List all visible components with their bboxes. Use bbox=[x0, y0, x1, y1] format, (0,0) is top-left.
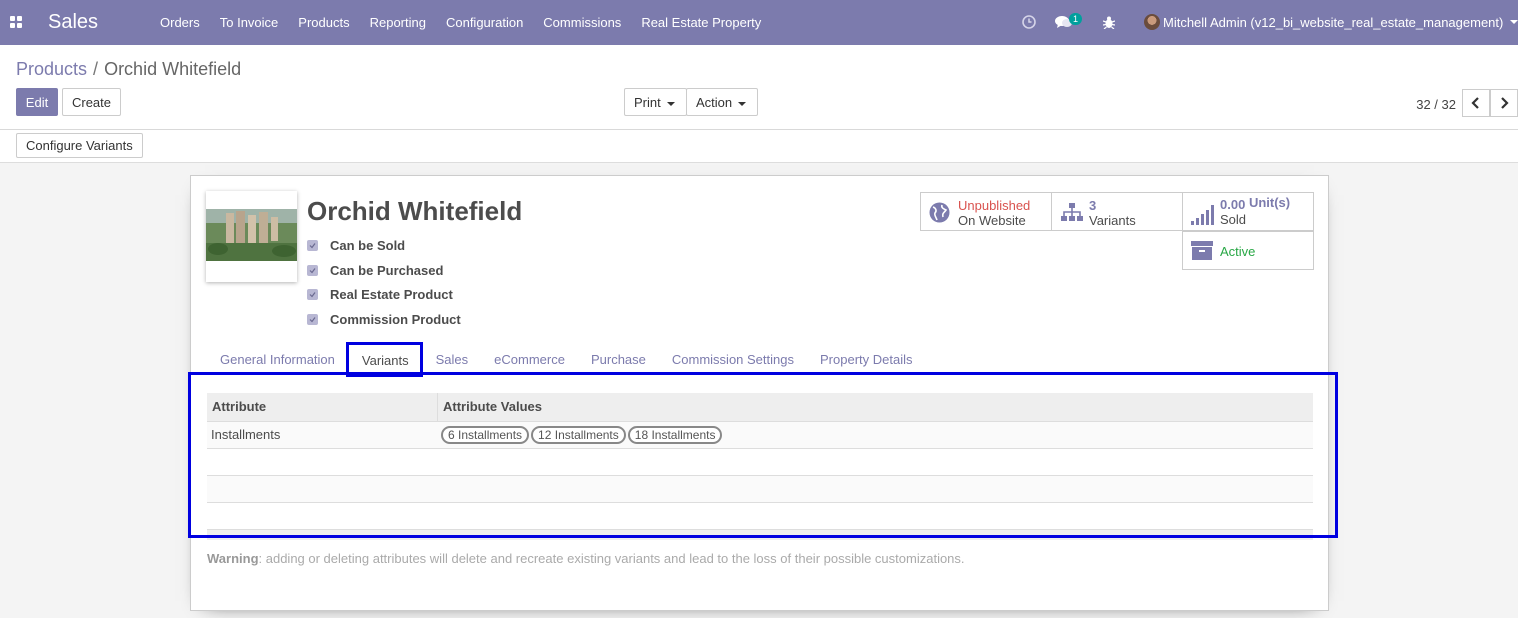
tab-ecommerce[interactable]: eCommerce bbox=[481, 343, 578, 376]
sold-label: Sold bbox=[1220, 212, 1247, 227]
menu-item-commissions[interactable]: Commissions bbox=[533, 0, 631, 45]
archive-box-icon bbox=[1191, 241, 1213, 260]
empty-table-row bbox=[207, 476, 1313, 503]
tab-property-details[interactable]: Property Details bbox=[807, 343, 925, 376]
menu-item-products[interactable]: Products bbox=[288, 0, 359, 45]
action-dropdown[interactable]: Action bbox=[686, 88, 758, 116]
action-label: Action bbox=[696, 95, 733, 110]
building-photo-icon bbox=[206, 209, 297, 261]
value-tag[interactable]: 18 Installments bbox=[627, 426, 723, 444]
table-body: Installments 6 Installments 12 Installme… bbox=[207, 422, 1313, 530]
sold-smart-button[interactable]: 0.00 Unit(s) Sold bbox=[1182, 192, 1314, 231]
control-panel: Products / Orchid Whitefield Edit Create P… bbox=[0, 45, 1518, 130]
tab-commission-settings[interactable]: Commission Settings bbox=[659, 343, 807, 376]
create-button-label: Create bbox=[71, 95, 112, 110]
sitemap-icon bbox=[1061, 203, 1083, 221]
messages-count-badge: 1 bbox=[1069, 13, 1083, 25]
empty-table-row bbox=[207, 503, 1313, 530]
real-estate-product-checkbox[interactable] bbox=[307, 288, 318, 300]
pager-value[interactable]: 32 / 32 bbox=[1416, 97, 1456, 112]
tab-general-information[interactable]: General Information bbox=[207, 343, 348, 376]
breadcrumb: Products / Orchid Whitefield bbox=[16, 59, 241, 80]
tab-variants[interactable]: Variants bbox=[347, 343, 423, 376]
pager-previous-button[interactable] bbox=[1462, 89, 1490, 117]
menu-item-to-invoice[interactable]: To Invoice bbox=[210, 0, 289, 45]
sold-unit: Unit(s) bbox=[1248, 195, 1291, 210]
sold-text: 0.00 Unit(s) Sold bbox=[1220, 195, 1291, 227]
attribute-lines-table: Attribute Attribute Values Installments … bbox=[207, 393, 1313, 540]
chevron-left-icon bbox=[1471, 97, 1479, 109]
print-label: Print bbox=[634, 95, 661, 110]
variants-count: 3 bbox=[1089, 198, 1097, 213]
empty-table-row bbox=[207, 449, 1313, 476]
edit-button[interactable]: Edit bbox=[16, 88, 58, 116]
commission-product-checkbox[interactable] bbox=[307, 313, 318, 325]
warning-label: Warning bbox=[207, 551, 259, 566]
active-label: Active bbox=[1220, 244, 1256, 259]
user-caret-icon[interactable] bbox=[1510, 20, 1518, 24]
real-estate-product-label: Real Estate Product bbox=[330, 286, 453, 302]
active-toggle-button[interactable]: Active bbox=[1182, 231, 1314, 270]
can-be-sold-checkbox[interactable] bbox=[307, 239, 318, 251]
can-be-purchased-checkbox[interactable] bbox=[307, 264, 318, 276]
activity-clock-icon[interactable] bbox=[1022, 0, 1038, 45]
debug-bug-icon[interactable] bbox=[1102, 0, 1119, 45]
signal-bars-icon bbox=[1191, 205, 1214, 225]
action-caret-icon bbox=[738, 101, 747, 106]
app-brand[interactable]: Sales bbox=[48, 11, 98, 34]
menu-item-orders[interactable]: Orders bbox=[150, 0, 210, 45]
create-button[interactable]: Create bbox=[62, 88, 121, 116]
print-caret-icon bbox=[666, 101, 675, 106]
tab-purchase[interactable]: Purchase bbox=[578, 343, 659, 376]
column-header-attribute-values[interactable]: Attribute Values bbox=[438, 393, 542, 421]
main-menu: Orders To Invoice Products Reporting Con… bbox=[150, 0, 771, 45]
chevron-right-icon bbox=[1501, 97, 1509, 109]
sold-value: 0.00 bbox=[1220, 197, 1246, 212]
variants-text: 3 Variants bbox=[1089, 198, 1136, 228]
menu-item-real-estate-property[interactable]: Real Estate Property bbox=[631, 0, 771, 45]
pager-next-button[interactable] bbox=[1490, 89, 1518, 117]
attribute-cell[interactable]: Installments bbox=[207, 422, 438, 448]
breadcrumb-separator: / bbox=[93, 59, 99, 79]
website-publish-button[interactable]: Unpublished On Website bbox=[920, 192, 1052, 231]
breadcrumb-current: Orchid Whitefield bbox=[104, 59, 242, 79]
configure-variants-button[interactable]: Configure Variants bbox=[16, 133, 143, 158]
attribute-values-cell[interactable]: 6 Installments 12 Installments 18 Instal… bbox=[438, 422, 724, 448]
table-header: Attribute Attribute Values bbox=[207, 393, 1313, 422]
sold-value-row: 0.00 Unit(s) bbox=[1220, 195, 1291, 212]
website-status: Unpublished bbox=[958, 198, 1031, 213]
commission-product-label: Commission Product bbox=[330, 311, 461, 327]
column-header-attribute[interactable]: Attribute bbox=[207, 393, 438, 421]
value-tag[interactable]: 6 Installments bbox=[441, 426, 530, 444]
form-statusbar: Configure Variants bbox=[0, 130, 1518, 163]
tab-sales[interactable]: Sales bbox=[423, 343, 482, 376]
warning-message: : adding or deleting attributes will del… bbox=[258, 551, 965, 566]
variants-label: Variants bbox=[1089, 213, 1136, 228]
product-name: Orchid Whitefield bbox=[307, 196, 523, 226]
breadcrumb-products-link[interactable]: Products bbox=[16, 59, 87, 79]
table-row[interactable]: Installments 6 Installments 12 Installme… bbox=[207, 422, 1313, 449]
apps-menu-icon[interactable] bbox=[10, 16, 22, 28]
top-navbar: Sales Orders To Invoice Products Reporti… bbox=[0, 0, 1518, 45]
value-tag[interactable]: 12 Installments bbox=[531, 426, 626, 444]
can-be-purchased-field: Can be Purchased bbox=[307, 261, 443, 279]
commission-product-field: Commission Product bbox=[307, 310, 461, 328]
variants-warning-text: Warning: adding or deleting attributes w… bbox=[207, 551, 965, 566]
menu-item-reporting[interactable]: Reporting bbox=[360, 0, 436, 45]
website-status-text: Unpublished On Website bbox=[958, 198, 1030, 228]
product-image[interactable] bbox=[206, 191, 297, 282]
table-footer bbox=[207, 530, 1313, 540]
can-be-purchased-label: Can be Purchased bbox=[330, 262, 444, 278]
can-be-sold-label: Can be Sold bbox=[330, 237, 406, 253]
print-dropdown[interactable]: Print bbox=[624, 88, 687, 116]
real-estate-product-field: Real Estate Product bbox=[307, 285, 453, 303]
can-be-sold-field: Can be Sold bbox=[307, 236, 405, 254]
notebook-tabs: General Information Variants Sales eComm… bbox=[207, 343, 925, 376]
variants-smart-button[interactable]: 3 Variants bbox=[1051, 192, 1183, 231]
user-menu[interactable]: Mitchell Admin (v12_bi_website_real_esta… bbox=[1163, 0, 1503, 45]
website-label: On Website bbox=[958, 213, 1026, 228]
user-avatar[interactable] bbox=[1144, 14, 1160, 30]
globe-icon bbox=[929, 202, 950, 223]
menu-item-configuration[interactable]: Configuration bbox=[436, 0, 533, 45]
